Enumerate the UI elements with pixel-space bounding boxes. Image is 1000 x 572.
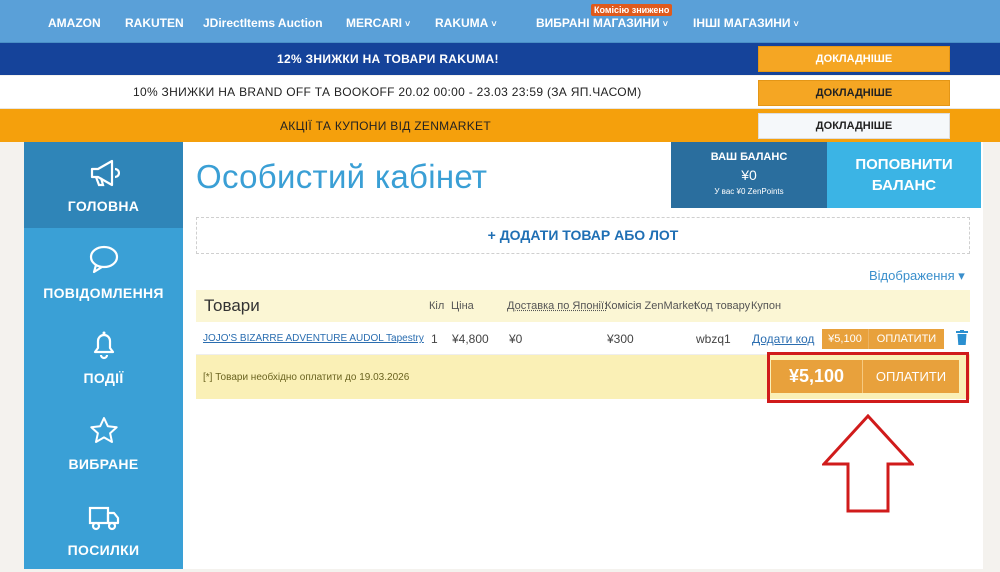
chevron-down-icon: ˅: [662, 19, 668, 29]
chat-bubble-icon: [89, 245, 119, 274]
topup-line1: ПОПОВНИТИ: [855, 156, 953, 173]
sidebar-item-home[interactable]: ГОЛОВНА: [24, 142, 183, 228]
column-header-qty: Кіл: [429, 300, 445, 312]
highlight-box: [767, 352, 969, 403]
column-header-shipping: Доставка по Японії:: [507, 300, 608, 312]
items-table-header: Товари Кіл Ціна Доставка по Японії: Комі…: [196, 290, 970, 322]
arrow-up-icon: [822, 414, 914, 513]
promo-banner-rakuma: 12% ЗНИЖКИ НА ТОВАРИ RAKUMA! ДОКЛАДНІШЕ: [0, 43, 1000, 75]
nav-rakuten[interactable]: RAKUTEN: [125, 16, 184, 30]
promo-banner-zenmarket: АКЦІЇ ТА КУПОНИ ВІД ZENMARKET ДОКЛАДНІШЕ: [0, 109, 1000, 142]
payment-deadline-note: [*] Товари необхідно оплатити до 19.03.2…: [203, 372, 410, 383]
nav-selected-stores-label: ВИБРАНІ МАГАЗИНИ: [536, 16, 660, 30]
row-pay-label: ОПЛАТИТИ: [876, 333, 937, 345]
column-header-code: Код товару: [694, 300, 751, 312]
items-table-title: Товари: [204, 296, 260, 315]
nav-mercari[interactable]: MERCARI ˅: [346, 16, 410, 30]
star-icon: [90, 417, 118, 443]
commission-reduced-badge: Комісію знижено: [591, 4, 673, 16]
add-coupon-link[interactable]: Додати код: [752, 332, 814, 346]
sidebar-item-label: ВИБРАНЕ: [68, 456, 139, 472]
promo-text: 10% ЗНИЖКИ НА BRAND OFF ТА BOOKOFF 20.02…: [133, 85, 642, 99]
sidebar-item-label: ПОВІДОМЛЕННЯ: [43, 285, 164, 301]
item-price: ¥4,800: [452, 332, 489, 346]
sidebar-item-label: ПОДІЇ: [83, 370, 124, 386]
top-navigation: AMAZON RAKUTEN JDirectItems Auction MERC…: [0, 0, 1000, 43]
promo-text: 12% ЗНИЖКИ НА ТОВАРИ RAKUMA!: [277, 52, 499, 66]
promo-details-button[interactable]: ДОКЛАДНІШЕ: [758, 46, 950, 72]
add-item-button[interactable]: + ДОДАТИ ТОВАР АБО ЛОТ: [196, 217, 970, 254]
page-title: Особистий кабінет: [196, 158, 488, 195]
item-shipping: ¥0: [509, 332, 523, 346]
nav-rakuma[interactable]: RAKUMA ˅: [435, 16, 497, 30]
item-qty: 1: [431, 332, 438, 346]
balance-heading: ВАШ БАЛАНС: [710, 151, 788, 163]
topup-line2: БАЛАНС: [871, 177, 937, 194]
column-header-commission: Комісія ZenMarket: [605, 300, 698, 312]
chevron-down-icon: ˅: [491, 19, 497, 29]
promo-details-button[interactable]: ДОКЛАДНІШЕ: [758, 80, 950, 106]
sidebar-item-label: ГОЛОВНА: [67, 198, 140, 214]
promo-text: АКЦІЇ ТА КУПОНИ ВІД ZENMARKET: [280, 118, 491, 133]
nav-selected-stores[interactable]: ВИБРАНІ МАГАЗИНИ ˅: [536, 16, 668, 30]
topup-balance-button[interactable]: ПОПОВНИТИ БАЛАНС: [827, 142, 981, 208]
row-pay-button[interactable]: ¥5,100 ОПЛАТИТИ: [822, 329, 944, 349]
promo-details-button[interactable]: ДОКЛАДНІШЕ: [758, 113, 950, 139]
column-header-coupon: Купон: [751, 300, 782, 312]
table-row: JOJO'S BIZARRE ADVENTURE AUDOL Tapestry …: [196, 322, 970, 355]
nav-jdirectitems[interactable]: JDirectItems Auction: [203, 16, 323, 30]
nav-amazon[interactable]: AMAZON: [48, 16, 101, 30]
chevron-down-icon: ˅: [405, 19, 411, 29]
item-commission: ¥300: [607, 332, 634, 346]
column-header-price: Ціна: [451, 300, 474, 312]
item-code: wbzq1: [696, 332, 731, 346]
sidebar-item-messages[interactable]: ПОВІДОМЛЕННЯ: [24, 228, 183, 314]
sidebar-item-favorites[interactable]: ВИБРАНЕ: [24, 400, 183, 486]
display-dropdown[interactable]: Відображення ▾: [869, 268, 965, 284]
sidebar: ГОЛОВНА ПОВІДОМЛЕННЯ ПОДІЇ ВИБРАНЕ ПОСИЛ…: [24, 142, 183, 569]
item-name-link[interactable]: JOJO'S BIZARRE ADVENTURE AUDOL Tapestry: [203, 333, 424, 344]
sidebar-item-parcels[interactable]: ПОСИЛКИ: [24, 486, 183, 572]
sidebar-item-events[interactable]: ПОДІЇ: [24, 314, 183, 400]
zenpoints-text: У вас ¥0 ZenPoints: [714, 187, 784, 196]
nav-other-stores[interactable]: ІНШІ МАГАЗИНИ ˅: [693, 16, 799, 30]
nav-rakuma-label: RAKUMA: [435, 16, 489, 30]
nav-other-stores-label: ІНШІ МАГАЗИНИ: [693, 16, 791, 30]
trash-icon[interactable]: [956, 330, 968, 345]
balance-box: ВАШ БАЛАНС ¥0 У вас ¥0 ZenPoints: [671, 142, 827, 208]
promo-banner-brandoff: 10% ЗНИЖКИ НА BRAND OFF ТА BOOKOFF 20.02…: [0, 76, 1000, 109]
balance-value: ¥0: [741, 167, 757, 183]
bell-icon: [93, 331, 115, 360]
row-total: ¥5,100: [822, 329, 869, 349]
truck-icon: [88, 506, 120, 531]
megaphone-icon: [90, 159, 120, 187]
chevron-down-icon: ˅: [793, 19, 799, 29]
nav-mercari-label: MERCARI: [346, 16, 402, 30]
sidebar-item-label: ПОСИЛКИ: [67, 542, 140, 558]
